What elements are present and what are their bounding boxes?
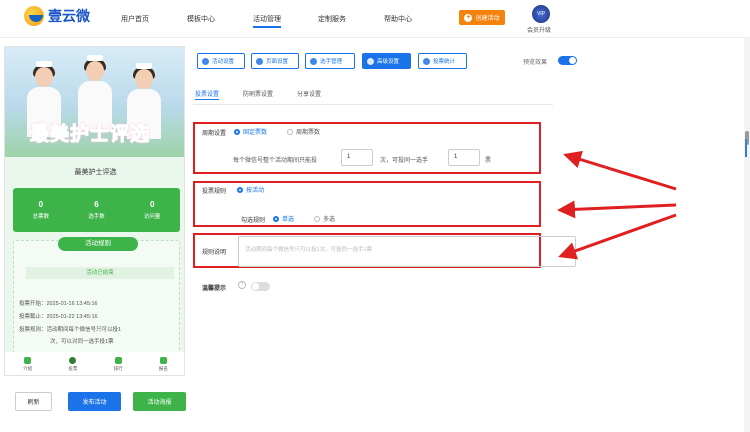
refresh-button[interactable]: 刷新 [15, 392, 52, 411]
rule-description-label: 规则说明 [202, 250, 227, 256]
rules-status-badge: 活动已结束 [26, 267, 174, 279]
rule-start-time: 投票开始：2025-01-16 13:45:16 [19, 301, 98, 307]
page-icon [256, 57, 263, 65]
arrow-to-description [558, 213, 677, 260]
preview-effect-toggle[interactable] [558, 56, 577, 65]
mobile-preview: 最美护士评选 最美护士评选 0 总票数 6 选手数 0 访问量 活动规则 活动已… [4, 46, 185, 376]
limit-text-2: 次，可投同一选手 [380, 158, 429, 164]
activity-title: 最美护士评选 [74, 169, 117, 176]
mobile-tab-intro[interactable]: 介绍 [23, 357, 32, 372]
settings-icon [202, 57, 209, 65]
nav-user-home[interactable]: 用户首页 [121, 14, 149, 24]
vote-rule-label: 投票规则 [202, 189, 227, 195]
trophy-icon [114, 357, 122, 364]
tab-share-settings[interactable]: 分享设置 [297, 89, 321, 98]
rule-description-textarea[interactable]: 活动期间每个微信号只可以投1次，可投同一选手1票 [238, 236, 576, 267]
period-cycle-radio[interactable]: 周期票数 [287, 127, 320, 136]
vip-badge-icon[interactable]: VIP [532, 5, 550, 23]
brand-logo[interactable]: 壹云微 [24, 6, 90, 26]
tip-label: 温馨提示 [202, 286, 227, 292]
banner-title: 最美护士评选 [29, 123, 151, 146]
brand-name: 壹云微 [48, 8, 90, 24]
bar-chart-icon [423, 57, 430, 65]
vote-icon [69, 357, 77, 364]
nav-template-center[interactable]: 模板中心 [187, 14, 215, 24]
scrollbar-marker [745, 139, 747, 157]
rules-title: 活动规则 [58, 237, 138, 251]
mobile-tab-rank[interactable]: 排行 [114, 357, 123, 372]
page-scrollbar[interactable] [744, 38, 750, 432]
mobile-tab-signup[interactable]: 报名 [159, 357, 168, 372]
advanced-settings-button[interactable]: 高级设置 [362, 53, 411, 69]
nurse-figure-center [78, 55, 112, 131]
intro-icon [24, 357, 32, 364]
rule-vote-rule-cont: 次，可以对同一选手投1票 [50, 339, 114, 345]
vote-limit-input[interactable]: 1 [341, 149, 373, 166]
activity-banner: 最美护士评选 [5, 47, 184, 157]
publish-activity-button[interactable]: 发布活动 [68, 392, 121, 411]
stats-panel: 0 总票数 6 选手数 0 访问量 [13, 188, 180, 232]
limit-text-1: 每个微信号整个活动期间只能投 [233, 158, 318, 164]
rules-card: 活动规则 活动已结束 投票开始：2025-01-16 13:45:16 投票截止… [13, 237, 180, 358]
nav-custom-service[interactable]: 定制服务 [318, 14, 346, 24]
plus-icon: + [464, 13, 473, 22]
period-fixed-radio[interactable]: 固定票数 [234, 127, 267, 136]
help-icon[interactable]: ? [238, 281, 246, 289]
stat-visits: 0 访问量 [143, 200, 161, 220]
rule-end-time: 投票截止：2025-01-22 13:45:16 [19, 314, 98, 320]
stat-contestants: 6 选手数 [88, 200, 105, 220]
activity-settings-button[interactable]: 活动设置 [197, 53, 245, 69]
mobile-tab-vote[interactable]: 投票 [68, 357, 77, 372]
rule-vote-rule: 投票规则：活动期间每个微信号只可以投1 [19, 327, 122, 333]
arrow-to-rule [557, 200, 677, 219]
tab-vote-settings[interactable]: 投票设置 [195, 89, 220, 100]
tab-anti-cheat-settings[interactable]: 防刷票设置 [243, 89, 273, 98]
same-contestant-input[interactable]: 1 [448, 149, 480, 166]
nav-help-center[interactable]: 帮助中心 [384, 14, 412, 24]
preview-effect-label: 预览效果 [523, 60, 548, 66]
create-activity-button[interactable]: + 创建活动 [459, 10, 505, 25]
arrow-to-period [563, 150, 677, 191]
sliders-icon [367, 57, 374, 65]
nav-activity-management[interactable]: 活动管理 [253, 14, 281, 28]
vote-rule-radio[interactable]: 按活动 [237, 185, 264, 194]
users-icon [310, 57, 317, 65]
multi-select-radio[interactable]: 多选 [314, 214, 335, 223]
single-select-radio[interactable]: 单选 [273, 214, 294, 223]
subtab-divider [193, 104, 553, 105]
create-activity-label: 创建活动 [475, 16, 500, 22]
select-rule-label: 勾选规则 [241, 218, 266, 224]
stat-total-votes: 0 总票数 [32, 200, 50, 220]
vote-statistics-button[interactable]: 投票统计 [418, 53, 467, 69]
vip-upgrade-label[interactable]: 会员升级 [527, 25, 551, 34]
tip-toggle[interactable] [251, 282, 270, 291]
limit-text-3: 票 [485, 158, 492, 164]
signup-icon [159, 357, 167, 364]
contestant-management-button[interactable]: 选手管理 [305, 53, 355, 69]
top-navigation-bar: 壹云微 用户首页 模板中心 活动管理 定制服务 帮助中心 + 创建活动 VIP … [0, 0, 750, 38]
logo-icon [24, 6, 44, 26]
period-label: 周期设置 [202, 131, 227, 137]
page-settings-button[interactable]: 页面设置 [251, 53, 299, 69]
activity-poster-button[interactable]: 活动海报 [133, 392, 186, 411]
mobile-tabbar: 介绍 投票 排行 报名 [5, 352, 184, 375]
